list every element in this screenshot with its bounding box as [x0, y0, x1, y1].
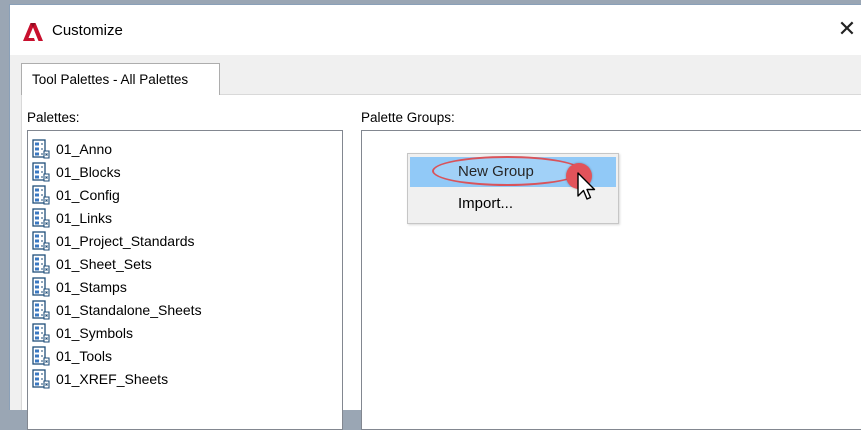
- list-item[interactable]: 01_Tools: [32, 344, 112, 367]
- palette-name: 01_XREF_Sheets: [56, 370, 169, 387]
- list-item[interactable]: 01_Project_Standards: [32, 229, 195, 252]
- palette-name: 01_Anno: [56, 140, 113, 157]
- palette-name: 01_Sheet_Sets: [56, 255, 152, 272]
- list-item[interactable]: 01_Symbols: [32, 321, 133, 344]
- palette-name: 01_Config: [56, 186, 120, 203]
- palette-name: 01_Links: [56, 209, 113, 226]
- palette-name: 01_Blocks: [56, 163, 121, 180]
- tool-palette-icon: [32, 299, 50, 320]
- tool-palette-icon: [32, 138, 50, 159]
- palettes-label: Palettes:: [27, 110, 80, 125]
- palette-name: 01_Tools: [56, 347, 113, 364]
- palette-name: 01_Project_Standards: [56, 232, 195, 249]
- palette-name: 01_Symbols: [56, 324, 134, 341]
- tool-palette-icon: [32, 368, 50, 389]
- tab-tool-palettes[interactable]: Tool Palettes - All Palettes: [21, 63, 220, 95]
- palettes-list[interactable]: 01_Anno 01_Blocks 01_Config 01_Links 01_Proj…: [27, 130, 343, 430]
- tool-palette-icon: [32, 207, 50, 228]
- tool-palette-icon: [32, 253, 50, 274]
- list-item[interactable]: 01_Config: [32, 183, 120, 206]
- tool-palette-icon: [32, 161, 50, 182]
- window-title: Customize: [52, 22, 123, 39]
- context-menu: New Group Import...: [407, 153, 619, 224]
- title-bar: Customize ✕: [10, 5, 861, 55]
- list-item[interactable]: 01_Anno: [32, 137, 112, 160]
- tab-content: Palettes: Palette Groups: 01_Anno 01_Bloc…: [21, 94, 861, 430]
- tool-palette-icon: [32, 184, 50, 205]
- list-item[interactable]: 01_Links: [32, 206, 112, 229]
- list-item[interactable]: 01_Sheet_Sets: [32, 252, 152, 275]
- mouse-pointer-icon: [577, 172, 596, 200]
- close-icon[interactable]: ✕: [835, 17, 859, 41]
- tool-palette-icon: [32, 230, 50, 251]
- customize-dialog: Customize ✕ Tool Palettes - All Palettes…: [9, 4, 861, 430]
- highlight-annotation-oval: [432, 156, 582, 186]
- tool-palette-icon: [32, 322, 50, 343]
- list-item[interactable]: 01_Standalone_Sheets: [32, 298, 202, 321]
- palette-name: 01_Standalone_Sheets: [56, 301, 202, 318]
- list-item[interactable]: 01_Stamps: [32, 275, 127, 298]
- palette-name: 01_Stamps: [56, 278, 127, 295]
- tool-palette-icon: [32, 345, 50, 366]
- palette-groups-label: Palette Groups:: [361, 110, 455, 125]
- autocad-logo-icon: [23, 23, 43, 41]
- tool-palette-icon: [32, 276, 50, 297]
- palette-groups-tree[interactable]: New Group Import...: [361, 130, 861, 430]
- list-item[interactable]: 01_XREF_Sheets: [32, 367, 168, 390]
- list-item[interactable]: 01_Blocks: [32, 160, 121, 183]
